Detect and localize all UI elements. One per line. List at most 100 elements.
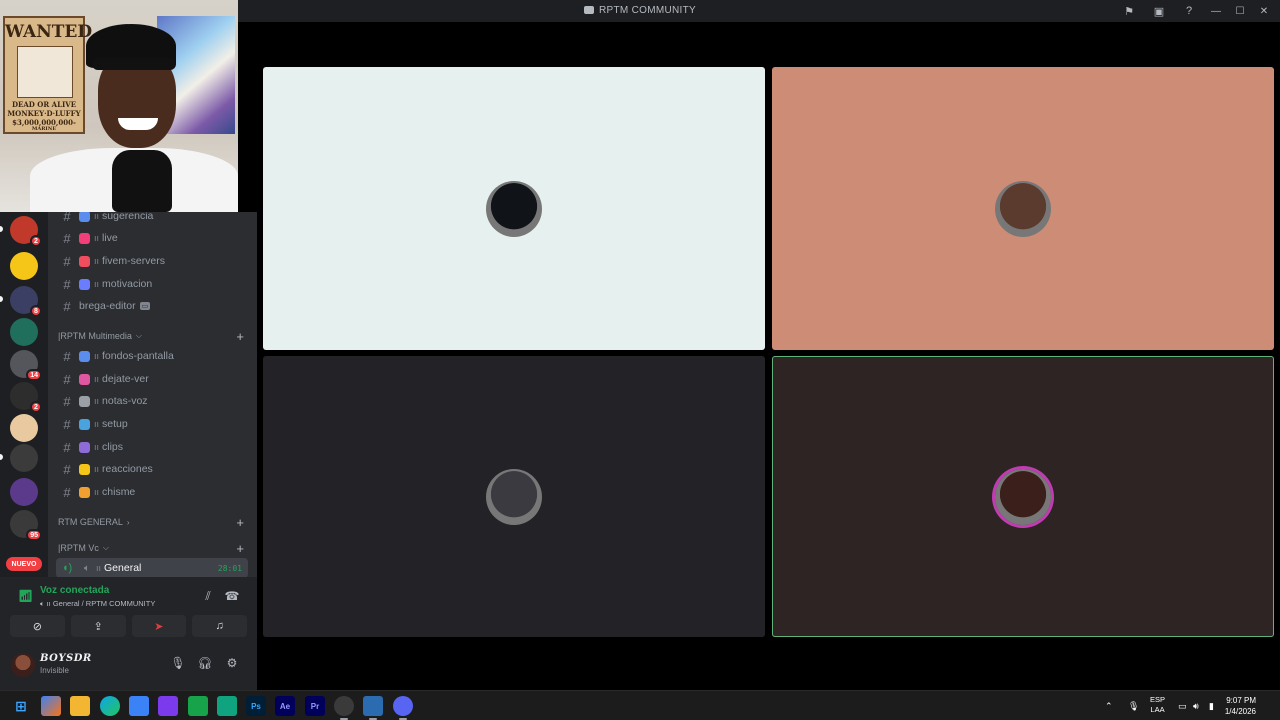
chatgpt-icon[interactable] [217, 696, 237, 716]
channel-item[interactable]: # ıı sugerencia [56, 212, 248, 226]
camera-off-icon: ⊘ [32, 620, 42, 633]
battery-icon[interactable]: ▮ [1209, 691, 1214, 720]
create-channel-icon[interactable]: + [236, 515, 244, 530]
text-channel-icon: # [63, 484, 71, 500]
category-general[interactable]: RTM GENERAL › + [58, 514, 250, 530]
text-channel-icon: # [63, 253, 71, 269]
voice-status[interactable]: Voz conectada [40, 585, 109, 596]
noise-suppression-icon[interactable]: ⫽ [198, 589, 218, 605]
photoshop-icon[interactable]: Ps [246, 696, 266, 716]
discord-icon[interactable] [393, 696, 413, 720]
server-icon[interactable] [10, 318, 38, 346]
channel-emoji-icon [79, 463, 90, 475]
signal-icon[interactable]: 📶︎ [18, 589, 33, 603]
premiere-icon[interactable]: Pr [305, 696, 325, 716]
channel-item[interactable]: # brega-editor ▭ [56, 296, 248, 316]
unread-indicator [0, 296, 3, 302]
text-channel-icon: # [63, 461, 71, 477]
windows-start-icon[interactable]: ⊞ [11, 696, 31, 716]
disconnect-icon[interactable]: ☎︎ [222, 589, 242, 605]
store-icon[interactable] [129, 696, 149, 716]
screen-share-icon: ⇪ [93, 620, 103, 633]
voice-stage [257, 22, 1280, 690]
edge-browser-icon[interactable] [100, 696, 120, 716]
channel-item[interactable]: # ıı reacciones [56, 459, 248, 479]
participant-avatar [995, 468, 1051, 525]
participant-tile[interactable] [263, 67, 765, 350]
server-icon[interactable] [10, 478, 38, 506]
video-app-icon[interactable] [363, 696, 383, 720]
channel-item[interactable]: # ıı fivem-servers [56, 251, 248, 271]
maximize-button[interactable]: ☐ [1228, 0, 1252, 22]
microphone-icon[interactable]: 🎙︎ [169, 656, 187, 674]
after-effects-icon[interactable]: Ae [275, 696, 295, 716]
new-servers-badge[interactable]: NUEVO [6, 557, 42, 571]
file-explorer-icon[interactable] [70, 696, 90, 716]
channel-item[interactable]: # ıı notas-voz [56, 391, 248, 411]
voice-channel-general[interactable]: ◖) 🔈︎ ıı General 28:01 [56, 558, 248, 577]
avatar[interactable] [11, 653, 35, 677]
voice-action-buttons: ⊘ ⇪ ➤ ♫ [10, 615, 247, 637]
gear-icon[interactable]: ⚙ [223, 656, 241, 674]
title-bar-icons: ⚑ ▣ ? — ☐ ✕ [1114, 0, 1276, 22]
copilot-icon[interactable] [41, 696, 61, 716]
server-icon[interactable]: 2 [10, 382, 42, 413]
server-icon[interactable] [10, 252, 38, 280]
server-icon[interactable] [10, 444, 38, 472]
close-button[interactable]: ✕ [1252, 0, 1276, 22]
obs-icon[interactable] [334, 696, 354, 720]
username[interactable]: BOYSDR [40, 653, 92, 664]
channel-item[interactable]: # ıı dejate-ver [56, 369, 248, 389]
clock[interactable]: 9:07 PM 1/4/2026 [1225, 695, 1256, 717]
create-channel-icon[interactable]: + [236, 329, 244, 344]
participant-avatar [486, 468, 542, 525]
language-indicator[interactable]: ESP LAA [1150, 695, 1165, 715]
tray-microphone-icon[interactable]: 🎙︎ [1128, 691, 1139, 720]
text-channel-icon: # [63, 416, 71, 432]
server-icon[interactable]: 14 [10, 350, 42, 381]
screen-share-icon[interactable]: ▣ [1144, 0, 1174, 22]
channel-item[interactable]: # ıı clips [56, 437, 248, 457]
server-icon[interactable]: 8 [10, 286, 42, 317]
minimize-button[interactable]: — [1204, 0, 1228, 22]
unread-indicator [0, 454, 3, 460]
camera-button[interactable]: ⊘ [10, 615, 65, 637]
headphones-icon[interactable]: 🎧︎ [196, 656, 214, 674]
chevron-down-icon: ⌵ [135, 331, 142, 340]
mention-badge: 2 [30, 235, 42, 247]
chevron-right-icon: › [126, 517, 130, 527]
category-multimedia[interactable]: | RPTM Multimedia ⌵ + [58, 328, 250, 344]
channel-item[interactable]: # ıı setup [56, 414, 248, 434]
xbox-icon[interactable] [188, 696, 208, 716]
channel-emoji-icon [79, 255, 90, 267]
volume-icon[interactable]: 🔊︎ [1193, 691, 1199, 720]
server-icon[interactable] [10, 414, 38, 442]
channel-item[interactable]: # ıı motivacion [56, 274, 248, 294]
server-icon[interactable]: 95 [10, 510, 42, 541]
text-channel-icon: # [63, 371, 71, 387]
text-channel-icon: # [63, 276, 71, 292]
participant-tile[interactable] [772, 67, 1274, 350]
chevron-down-icon: ⌵ [102, 543, 109, 552]
activities-button[interactable]: ➤ [131, 615, 187, 637]
channel-item[interactable]: # ıı fondos-pantalla [56, 346, 248, 366]
speaker-icon: 🔈︎ [84, 562, 90, 574]
channel-item[interactable]: # ıı chisme [56, 482, 248, 502]
participant-tile[interactable] [263, 356, 765, 637]
inbox-icon[interactable]: ⚑ [1114, 0, 1144, 22]
mention-badge: 14 [26, 369, 42, 381]
channel-item[interactable]: # ıı live [56, 228, 248, 248]
channel-emoji-icon [79, 350, 90, 362]
soundboard-button[interactable]: ♫ [192, 615, 247, 637]
network-icon[interactable]: ▭ [1178, 691, 1187, 720]
share-screen-button[interactable]: ⇪ [70, 615, 126, 637]
instagram-icon[interactable] [158, 696, 178, 716]
server-icon[interactable]: 2 [10, 216, 42, 247]
tray-overflow-icon[interactable]: ⌃ [1105, 691, 1113, 720]
create-channel-icon[interactable]: + [236, 541, 244, 556]
voice-location[interactable]: 🔈︎ ıı General / RPTM COMMUNITY [40, 599, 155, 609]
help-icon[interactable]: ? [1174, 0, 1204, 22]
participant-tile-speaking[interactable] [772, 356, 1274, 637]
text-channel-icon: # [63, 348, 71, 364]
category-vc[interactable]: | RPTM Vc ⌵ + [58, 540, 250, 556]
